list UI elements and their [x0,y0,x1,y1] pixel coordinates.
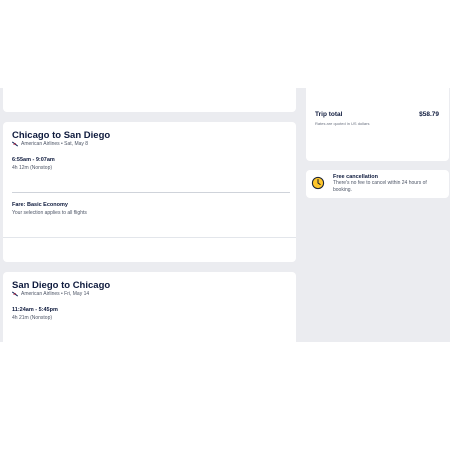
return-route-title: San Diego to Chicago [12,280,111,291]
trip-total-note: Rates are quoted in US dollars [315,121,370,126]
previous-card [3,88,296,112]
plane-icon [12,141,18,147]
outbound-duration: 4h 12m (Nonstop) [12,165,53,171]
return-meta: American Airlines • Fri, May 14 [21,291,90,297]
free-cancellation-card: Free cancellation There's no fee to canc… [306,170,449,198]
trip-total-card: Trip total $58.79 Rates are quoted in US… [306,88,449,161]
trip-total-label: Trip total [315,111,343,118]
free-cancellation-text-2: booking. [333,187,352,193]
outbound-route-title: Chicago to San Diego [12,130,111,141]
outbound-divider [12,192,290,193]
return-time: 11:24am - 5:45pm [12,307,58,313]
outbound-flight-card[interactable]: Chicago to San Diego American Airlines •… [3,122,296,262]
clock-icon [311,176,325,190]
return-meta-row: American Airlines • Fri, May 14 [12,291,89,297]
plane-icon [12,291,18,297]
outbound-meta: American Airlines • Sat, May 8 [21,141,89,147]
free-cancellation-text-1: There's no fee to cancel within 24 hours… [333,180,427,186]
outbound-time: 6:55am - 9:07am [12,157,55,163]
outbound-footer-divider [3,237,296,238]
fare-note: Your selection applies to all flights [12,210,87,216]
fare-label: Fare: Basic Economy [12,202,68,208]
return-duration: 4h 21m (Nonstop) [12,315,53,321]
trip-total-amount: $58.79 [419,111,439,118]
outbound-meta-row: American Airlines • Sat, May 8 [12,141,88,147]
return-flight-card[interactable]: San Diego to Chicago American Airlines •… [3,272,296,342]
